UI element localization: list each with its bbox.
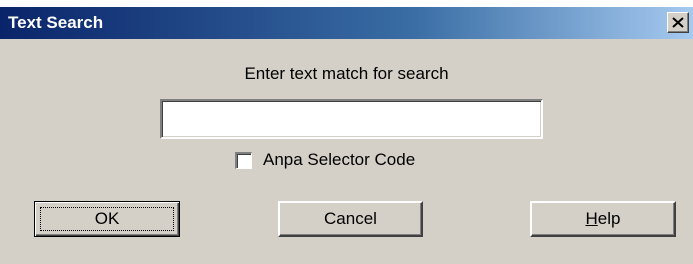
ok-button-label: OK: [94, 209, 120, 228]
help-button[interactable]: Help: [530, 201, 676, 237]
cancel-button-label: Cancel: [324, 209, 377, 228]
text-search-dialog: Text Search Enter text match for search …: [0, 7, 693, 264]
anpa-selector-code-label[interactable]: Anpa Selector Code: [263, 150, 415, 170]
cancel-button[interactable]: Cancel: [278, 201, 423, 237]
title-bar[interactable]: Text Search: [0, 7, 693, 39]
close-button[interactable]: [667, 12, 689, 33]
anpa-selector-code-checkbox[interactable]: [235, 151, 252, 169]
search-text-input[interactable]: [160, 99, 543, 139]
anpa-selector-code-checkbox-row[interactable]: Anpa Selector Code: [235, 149, 415, 171]
search-prompt-label: Enter text match for search: [244, 64, 449, 83]
window-title: Text Search: [8, 13, 104, 32]
help-button-label: Help: [585, 209, 621, 228]
close-icon: [672, 17, 684, 28]
cropped-background: [0, 0, 693, 7]
ok-button[interactable]: OK: [34, 201, 180, 237]
